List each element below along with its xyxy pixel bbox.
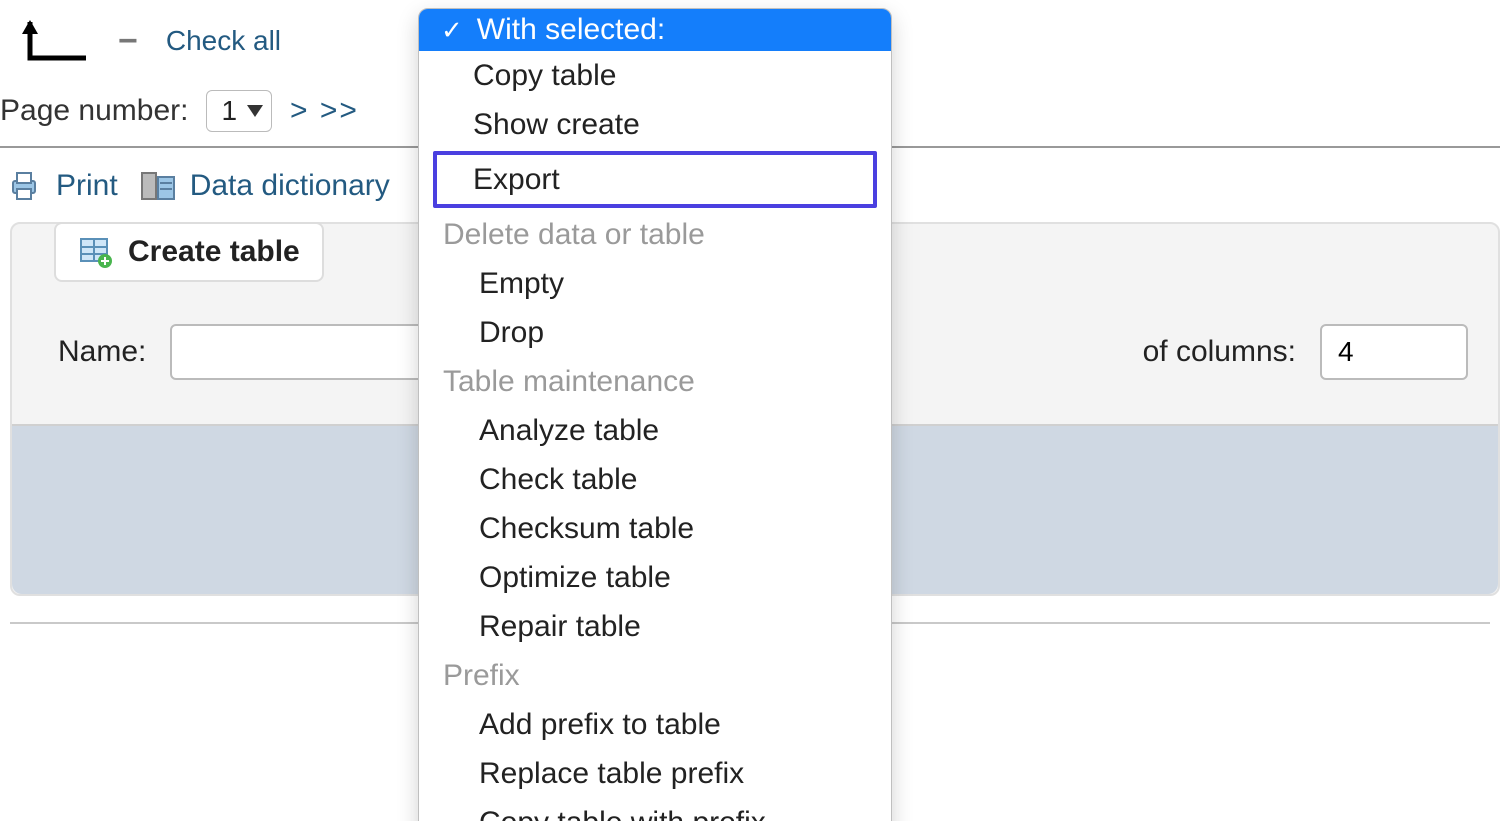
menu-optimize-table[interactable]: Optimize table xyxy=(419,553,891,602)
page-number-value: 1 xyxy=(221,95,237,127)
check-icon: ✓ xyxy=(441,15,463,46)
menu-prefix-header: Prefix xyxy=(419,651,891,700)
dropdown-title-text: With selected: xyxy=(477,13,665,47)
print-link[interactable]: Print xyxy=(56,169,118,203)
menu-analyze-table[interactable]: Analyze table xyxy=(419,406,891,455)
menu-copy-table[interactable]: Copy table xyxy=(419,51,891,100)
create-table-tab: Create table xyxy=(54,222,324,282)
name-label: Name: xyxy=(58,335,146,369)
menu-drop[interactable]: Drop xyxy=(419,308,891,357)
page-next-arrows[interactable]: > >> xyxy=(290,94,359,128)
data-dictionary-link[interactable]: Data dictionary xyxy=(190,169,390,203)
menu-add-prefix[interactable]: Add prefix to table xyxy=(419,700,891,749)
menu-empty[interactable]: Empty xyxy=(419,259,891,308)
menu-check-table[interactable]: Check table xyxy=(419,455,891,504)
menu-copy-prefix[interactable]: Copy table with prefix xyxy=(419,798,891,821)
create-table-title: Create table xyxy=(128,235,300,269)
menu-checksum-table[interactable]: Checksum table xyxy=(419,504,891,553)
printer-icon xyxy=(6,168,42,204)
with-selected-dropdown[interactable]: ✓ With selected: Copy table Show create … xyxy=(418,8,892,821)
menu-maint-header: Table maintenance xyxy=(419,357,891,406)
dropdown-title: ✓ With selected: xyxy=(419,9,891,51)
chevron-down-icon xyxy=(247,105,263,117)
page-number-label: Page number: xyxy=(0,94,188,128)
uncheck-all-icon[interactable]: − xyxy=(118,24,138,58)
data-dictionary-icon xyxy=(140,168,176,204)
columns-input[interactable] xyxy=(1320,324,1468,380)
menu-delete-header: Delete data or table xyxy=(419,210,891,259)
columns-label: of columns: xyxy=(1143,335,1296,369)
page-number-select[interactable]: 1 xyxy=(206,90,272,132)
new-table-icon xyxy=(78,234,114,270)
menu-repair-table[interactable]: Repair table xyxy=(419,602,891,651)
menu-replace-prefix[interactable]: Replace table prefix xyxy=(419,749,891,798)
check-all-link[interactable]: Check all xyxy=(166,25,281,57)
corner-arrow-icon xyxy=(16,18,86,64)
menu-export[interactable]: Export xyxy=(433,151,877,208)
menu-show-create[interactable]: Show create xyxy=(419,100,891,149)
